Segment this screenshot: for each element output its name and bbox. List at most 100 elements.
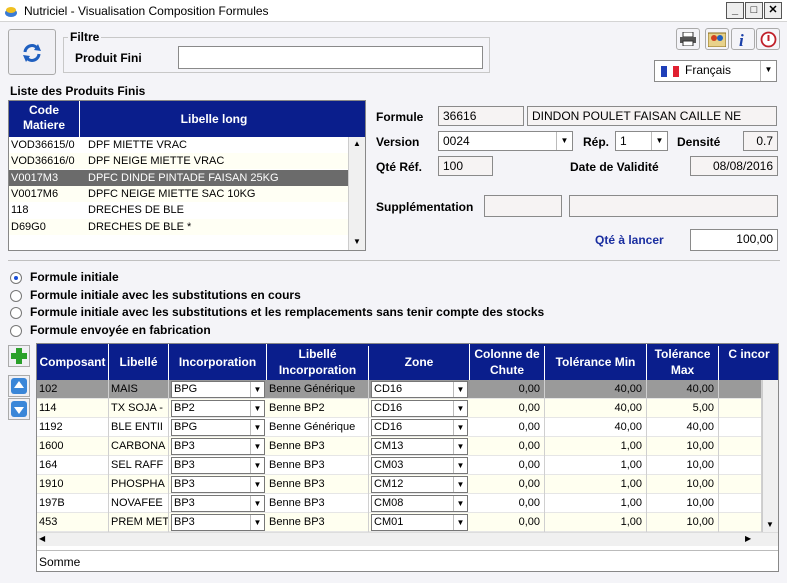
cell-libelle-incorporation-value: Benne BP3 xyxy=(269,478,325,490)
language-select[interactable]: Français ▼ xyxy=(654,60,777,82)
list-item[interactable]: V0017M6 DPFC NEIGE MIETTE SAC 10KG xyxy=(9,185,348,202)
supplementation-field-2 xyxy=(569,195,778,217)
cell-incorporation[interactable]: BP3 ▼ xyxy=(171,438,265,455)
col-composant-header[interactable]: Composant xyxy=(37,344,109,380)
minimize-button[interactable]: _ xyxy=(726,2,744,19)
table-row[interactable]: 1600 CARBONA BP3 ▼ Benne BP3 CM13 ▼ 0,00 1,00 10,… xyxy=(37,437,762,456)
radio-option[interactable]: Formule initiale avec les substitutions … xyxy=(10,288,610,304)
cell-incorporation[interactable]: BPG ▼ xyxy=(171,381,265,398)
col-last-header[interactable]: C incor xyxy=(719,346,778,380)
validite-label: Date de Validité xyxy=(570,160,659,174)
table-row[interactable]: 102 MAIS BPG ▼ Benne Générique CD16 ▼ 0,00 40,00… xyxy=(37,380,762,399)
cell-incorporation[interactable]: BP3 ▼ xyxy=(171,476,265,493)
rep-select[interactable]: 1 ▼ xyxy=(615,131,668,151)
scroll-left-icon[interactable]: ◀ xyxy=(39,534,45,543)
table-row[interactable]: 1192 BLE ENTII BPG ▼ Benne Générique CD16 ▼ 0,0… xyxy=(37,418,762,437)
cell-libelle: MAIS xyxy=(109,380,169,399)
col-tolerance-max-header[interactable]: Tolérance Max xyxy=(647,346,719,380)
cell-zone[interactable]: CD16 ▼ xyxy=(371,381,468,398)
cell-libelle-value: PREM MET xyxy=(111,516,169,528)
add-row-button[interactable] xyxy=(8,345,30,367)
radio-option[interactable]: Formule initiale avec les substitutions … xyxy=(10,305,610,321)
scroll-down-icon[interactable]: ▼ xyxy=(353,237,361,246)
cell-zone[interactable]: CD16 ▼ xyxy=(371,400,468,417)
col-libelle-header[interactable]: Libelle long xyxy=(80,101,348,137)
table-row[interactable]: 197B NOVAFEE BP3 ▼ Benne BP3 CM08 ▼ 0,00 1,00 10,… xyxy=(37,494,762,513)
cell-zone[interactable]: CM03 ▼ xyxy=(371,457,468,474)
col-incorporation-header[interactable]: Incorporation xyxy=(169,344,267,380)
cell-tolerance-max-value: 40,00 xyxy=(686,421,714,433)
cell-zone[interactable]: CM01 ▼ xyxy=(371,514,468,531)
col-tolerance-min-header[interactable]: Tolérance Min xyxy=(545,344,647,380)
radio-option[interactable]: Formule initiale xyxy=(10,270,610,286)
cell-libelle-value: TX SOJA - xyxy=(111,402,163,414)
radio-option[interactable]: Formule envoyée en fabrication xyxy=(10,323,610,339)
supplementation-field-1 xyxy=(484,195,562,217)
move-down-button[interactable] xyxy=(8,398,30,420)
cell-tolerance-max: 10,00 xyxy=(647,513,719,532)
table-row[interactable]: 453 PREM MET BP3 ▼ Benne BP3 CM01 ▼ 0,00 1,00 10,… xyxy=(37,513,762,532)
cell-zone[interactable]: CD16 ▼ xyxy=(371,419,468,436)
cell-incorporation[interactable]: BPG ▼ xyxy=(171,419,265,436)
refresh-button[interactable] xyxy=(8,29,56,75)
cell-incorporation[interactable]: BP3 ▼ xyxy=(171,514,265,531)
print-button[interactable] xyxy=(676,28,700,50)
table-row[interactable]: 164 SEL RAFF BP3 ▼ Benne BP3 CM03 ▼ 0,00 1,00 10,… xyxy=(37,456,762,475)
radio-button[interactable] xyxy=(10,289,22,302)
col-libelle-incorporation-header[interactable]: Libellé Incorporation xyxy=(267,346,369,380)
cell-colonne-chute-value: 0,00 xyxy=(518,516,540,528)
cell-tolerance-max-value: 5,00 xyxy=(692,402,714,414)
radio-button[interactable] xyxy=(10,272,22,284)
cell-incorporation[interactable]: BP3 ▼ xyxy=(171,495,265,512)
list-item[interactable]: VOD36615/0 DPF MIETTE VRAC xyxy=(9,137,348,153)
maximize-button[interactable]: □ xyxy=(745,2,763,19)
cell-composant-value: 164 xyxy=(39,459,58,471)
col-libelle-header[interactable]: Libellé xyxy=(109,344,169,380)
cell-last xyxy=(719,494,762,513)
scroll-up-icon[interactable]: ▲ xyxy=(353,139,361,148)
info-button[interactable]: i xyxy=(731,28,755,50)
qte-ref-label: Qté Réf. xyxy=(376,160,423,174)
cell-libelle-incorporation-value: Benne Générique xyxy=(269,421,356,433)
version-select[interactable]: 0024 ▼ xyxy=(438,131,573,151)
cell-libelle-value: PHOSPHA xyxy=(111,478,165,490)
move-up-button[interactable] xyxy=(8,375,30,397)
list-item[interactable]: V0017M3 DPFC DINDE PINTADE FAISAN 25KG xyxy=(9,169,348,186)
cell-tolerance-max: 10,00 xyxy=(647,437,719,456)
power-button[interactable] xyxy=(756,28,780,50)
cell-libelle: NOVAFEE xyxy=(109,494,169,513)
radio-button[interactable] xyxy=(10,325,22,338)
table-row[interactable]: 114 TX SOJA - BP2 ▼ Benne BP2 CD16 ▼ 0,00 40,00 5… xyxy=(37,399,762,418)
list-item-code: VOD36615/0 xyxy=(11,139,75,151)
cell-colonne-chute-value: 0,00 xyxy=(518,440,540,452)
cell-zone[interactable]: CM12 ▼ xyxy=(371,476,468,493)
cell-colonne-chute-value: 0,00 xyxy=(518,459,540,471)
grid-hscrollbar[interactable]: ◀ ▶ xyxy=(37,532,778,546)
list-scrollbar[interactable]: ▲ ▼ xyxy=(348,137,365,250)
grid-vscrollbar[interactable]: ▼ xyxy=(762,380,778,532)
users-button[interactable] xyxy=(705,28,729,50)
radio-button[interactable] xyxy=(10,307,22,320)
scroll-down-icon[interactable]: ▼ xyxy=(766,520,774,529)
cell-zone[interactable]: CM08 ▼ xyxy=(371,495,468,512)
col-colonne-chute-header[interactable]: Colonne de Chute xyxy=(470,346,545,380)
list-item[interactable]: 118 DRECHES DE BLE xyxy=(9,202,348,219)
table-row[interactable]: 1910 PHOSPHA BP3 ▼ Benne BP3 CM12 ▼ 0,00 1,00 10,… xyxy=(37,475,762,494)
cell-tolerance-min-value: 1,00 xyxy=(620,497,642,509)
cell-incorporation-value: BP3 xyxy=(174,459,195,471)
cell-libelle-value: NOVAFEE xyxy=(111,497,163,509)
produit-fini-input[interactable] xyxy=(178,46,483,69)
scroll-right-icon[interactable]: ▶ xyxy=(745,534,751,543)
qte-lancer-input[interactable]: 100,00 xyxy=(690,229,778,251)
cell-incorporation[interactable]: BP2 ▼ xyxy=(171,400,265,417)
close-button[interactable]: ✕ xyxy=(764,2,782,19)
cell-colonne-chute: 0,00 xyxy=(470,475,545,494)
col-zone-header[interactable]: Zone xyxy=(369,344,470,380)
list-item[interactable]: D69G0 DRECHES DE BLE * xyxy=(9,218,348,235)
col-code-header[interactable]: Code Matiere xyxy=(9,101,80,137)
cell-composant: 114 xyxy=(37,399,109,418)
cell-incorporation[interactable]: BP3 ▼ xyxy=(171,457,265,474)
list-item[interactable]: VOD36616/0 DPF NEIGE MIETTE VRAC xyxy=(9,153,348,170)
cell-zone[interactable]: CM13 ▼ xyxy=(371,438,468,455)
chevron-down-icon: ▼ xyxy=(453,420,467,435)
